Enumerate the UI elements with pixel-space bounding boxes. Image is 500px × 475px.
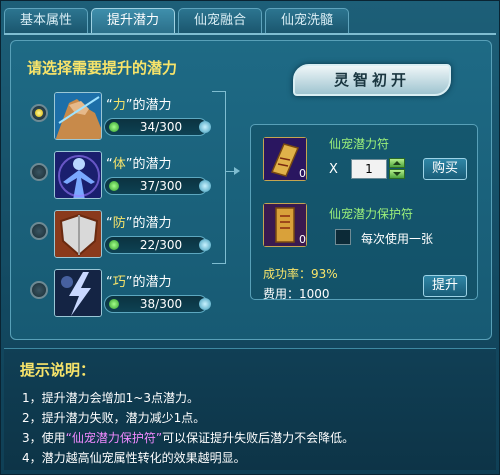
quantity-x-label: X <box>329 162 338 177</box>
potential-bar-agility: 38/300 <box>104 295 211 313</box>
potential-bar-defense: 22/300 <box>104 236 211 254</box>
lightning-icon <box>54 269 102 317</box>
potential-bar-strength: 34/300 <box>104 118 211 136</box>
tab-pet-refine[interactable]: 仙宠洗髓 <box>265 8 349 34</box>
panel-logo: 灵智初开 <box>293 64 451 96</box>
potential-row-strength[interactable]: “力”的潜力 34/300 <box>30 92 211 148</box>
tip-line-2: 2，提升潜力失败，潜力减少1点。 <box>22 411 206 425</box>
potential-label-strength: “力”的潜力 <box>106 98 172 113</box>
potential-value-strength: 34/300 <box>139 120 183 134</box>
potential-row-defense[interactable]: “防”的潜力 22/300 <box>30 210 211 266</box>
shield-icon <box>54 210 102 258</box>
body-glow-icon <box>54 151 102 199</box>
tip-line-4: 4，潜力越高仙宠属性转化的效果越明显。 <box>22 451 246 465</box>
potential-value-defense: 22/300 <box>139 238 183 252</box>
cost: 费用：1000 <box>263 287 330 301</box>
protect-count: 0 <box>299 233 306 246</box>
success-rate: 成功率：93% <box>263 267 338 281</box>
tab-divider <box>4 33 496 35</box>
potential-row-agility[interactable]: “巧”的潜力 38/300 <box>30 269 211 325</box>
item-panel: 0 仙宠潜力符 X 1 购买 0 仙宠潜力保护符 每次使用一张 成功率：93% … <box>250 124 478 301</box>
tip-line-3: 3，使用“仙宠潜力保护符”可以保证提升失败后潜力不会降低。 <box>22 431 355 445</box>
radio-agility[interactable] <box>30 281 48 299</box>
tab-bar: 基本属性 提升潜力 仙宠融合 仙宠洗髓 <box>4 8 349 34</box>
radio-strength[interactable] <box>30 104 48 122</box>
potential-row-body[interactable]: “体”的潜力 37/300 <box>30 151 211 207</box>
buy-button[interactable]: 购买 <box>423 158 467 180</box>
selection-arrow <box>226 167 240 175</box>
tip-line-1: 1，提升潜力会增加1~3点潜力。 <box>22 391 199 405</box>
protect-title: 仙宠潜力保护符 <box>329 207 414 221</box>
use-one-checkbox[interactable] <box>335 229 351 245</box>
potential-label-agility: “巧”的潜力 <box>106 275 172 290</box>
potential-value-agility: 38/300 <box>139 297 183 311</box>
radio-defense[interactable] <box>30 222 48 240</box>
potential-bar-body: 37/300 <box>104 177 211 195</box>
tab-pet-fusion[interactable]: 仙宠融合 <box>178 8 262 34</box>
potential-label-defense: “防”的潜力 <box>106 216 172 231</box>
tab-basic-attributes[interactable]: 基本属性 <box>4 8 88 34</box>
tips-panel: 提示说明： 1，提升潜力会增加1~3点潜力。 2，提升潜力失败，潜力减少1点。 … <box>4 348 496 470</box>
quantity-up-icon[interactable] <box>389 158 405 168</box>
talisman-title: 仙宠潜力符 <box>329 137 390 151</box>
radio-body[interactable] <box>30 163 48 181</box>
fist-icon <box>54 92 102 140</box>
quantity-down-icon[interactable] <box>389 169 405 179</box>
upgrade-button[interactable]: 提升 <box>423 275 467 297</box>
potential-value-body: 37/300 <box>139 179 183 193</box>
selection-bracket <box>212 91 226 264</box>
panel-title: 请选择需要提升的潜力 <box>27 59 178 77</box>
potential-label-body: “体”的潜力 <box>106 157 172 172</box>
tab-improve-potential[interactable]: 提升潜力 <box>91 8 175 34</box>
quantity-input[interactable]: 1 <box>351 159 387 179</box>
talisman-count: 0 <box>299 167 306 180</box>
tips-title: 提示说明： <box>20 361 96 379</box>
use-one-label: 每次使用一张 <box>361 232 434 246</box>
